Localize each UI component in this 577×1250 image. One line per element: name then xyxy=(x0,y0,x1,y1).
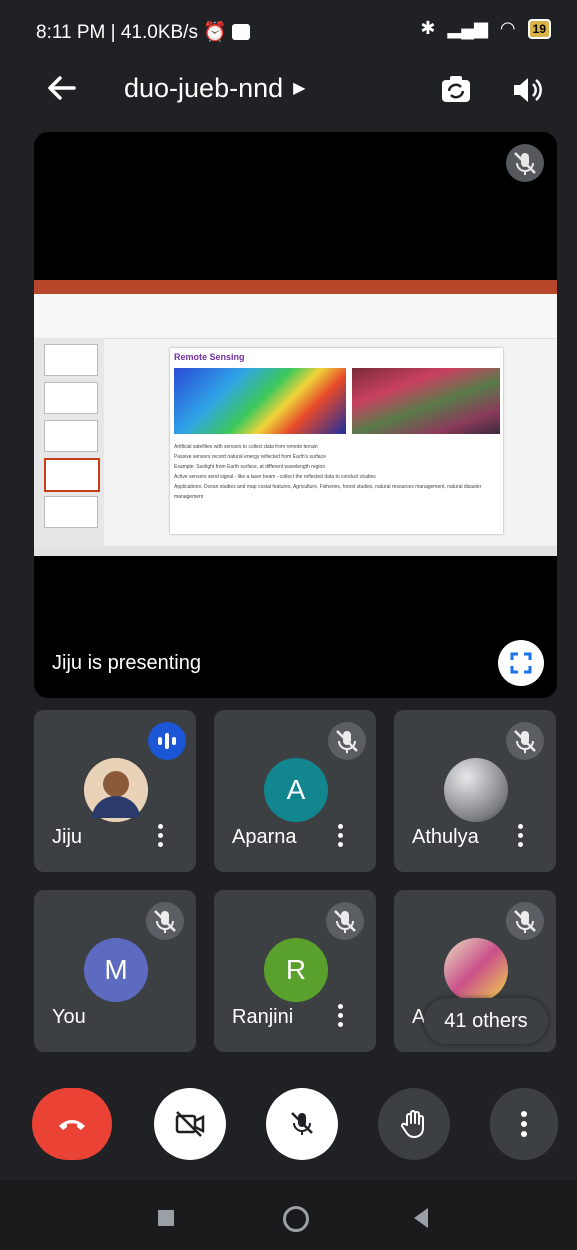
participant-tile[interactable]: Athulya xyxy=(394,710,556,872)
alarm-icon: ⏰ xyxy=(203,22,227,43)
avatar: A xyxy=(264,758,328,822)
slide: Remote Sensing Artificial satellites wit… xyxy=(170,348,503,534)
ppt-status-bar xyxy=(34,546,557,556)
participant-name: Ranjini xyxy=(232,1006,294,1028)
ppt-thumbnails xyxy=(34,338,104,546)
raise-hand-button[interactable] xyxy=(378,1088,450,1160)
avatar xyxy=(444,758,508,822)
mic-off-icon xyxy=(328,722,366,760)
battery-icon: 19 xyxy=(527,18,551,39)
satellite-image xyxy=(352,368,500,434)
slide-bullet: Applications: Ocean studies and map cost… xyxy=(174,484,482,500)
back-icon[interactable] xyxy=(414,1208,428,1228)
participant-tile[interactable]: R Ranjini xyxy=(214,890,376,1052)
system-nav-bar xyxy=(0,1180,577,1250)
participant-name: Athulya xyxy=(412,826,479,848)
bluetooth-icon: ✱ xyxy=(420,18,436,38)
status-time: 8:11 PM | 41.0KB/s ⏰ xyxy=(36,20,251,44)
signal-icon: ▂▄▆ xyxy=(447,18,488,38)
slide-bullet: Example: Sunlight from Earth surface, at… xyxy=(174,464,326,470)
participant-name: Jiju xyxy=(52,826,83,848)
mic-off-icon xyxy=(506,722,544,760)
mic-off-icon xyxy=(506,144,544,182)
end-call-button[interactable] xyxy=(32,1088,112,1160)
switch-camera-icon[interactable] xyxy=(436,70,476,110)
presentation-view[interactable]: Remote Sensing Artificial satellites wit… xyxy=(34,132,557,698)
avatar xyxy=(84,758,148,822)
fullscreen-icon[interactable] xyxy=(498,640,544,686)
ppt-ribbon xyxy=(34,294,557,339)
ppt-title-bar xyxy=(34,280,557,294)
participant-name: Aparna xyxy=(232,826,297,848)
slide-bullet: Active sensors send signal - like a lase… xyxy=(174,474,376,480)
mic-off-icon xyxy=(326,902,364,940)
terrain-image xyxy=(174,368,346,434)
more-vert-icon[interactable] xyxy=(336,1002,346,1030)
avatar xyxy=(444,938,508,1002)
participant-tile[interactable]: A Aparna xyxy=(214,710,376,872)
wifi-icon: ◠ xyxy=(499,18,516,38)
speaking-indicator-icon xyxy=(148,722,186,760)
mic-off-button[interactable] xyxy=(266,1088,338,1160)
recents-icon[interactable] xyxy=(158,1210,174,1226)
others-button[interactable]: 41 others xyxy=(424,998,548,1044)
slide-bullet: Passive sensors record natural energy re… xyxy=(174,454,326,460)
shared-screen: Remote Sensing Artificial satellites wit… xyxy=(34,280,557,556)
slide-bullet: Artificial satellites with sensors to co… xyxy=(174,444,318,450)
avatar: R xyxy=(264,938,328,1002)
meeting-title[interactable]: duo-jueb-nnd ▶ xyxy=(124,73,305,104)
speaker-icon[interactable] xyxy=(508,70,548,110)
slide-title: Remote Sensing xyxy=(174,352,245,362)
presenting-label: Jiju is presenting xyxy=(52,652,201,674)
more-vert-icon xyxy=(521,1111,527,1137)
more-vert-icon[interactable] xyxy=(156,822,166,850)
more-options-button[interactable] xyxy=(490,1088,558,1160)
mic-off-icon xyxy=(506,902,544,940)
slide-bullets: Artificial satellites with sensors to co… xyxy=(174,442,498,502)
avatar: M xyxy=(84,938,148,1002)
more-vert-icon[interactable] xyxy=(336,822,346,850)
back-arrow-icon[interactable] xyxy=(44,70,80,106)
participant-tile[interactable]: M You xyxy=(34,890,196,1052)
participant-tile[interactable]: Jiju xyxy=(34,710,196,872)
notification-icon xyxy=(232,24,251,40)
camera-off-button[interactable] xyxy=(154,1088,226,1160)
status-bar: 8:11 PM | 41.0KB/s ⏰ ✱ ▂▄▆ ◠ 19 xyxy=(0,0,577,62)
mic-off-icon xyxy=(146,902,184,940)
chevron-right-icon: ▶ xyxy=(293,80,306,97)
more-vert-icon[interactable] xyxy=(516,822,526,850)
status-icons: ✱ ▂▄▆ ◠ 19 xyxy=(420,18,551,39)
participant-name: You xyxy=(52,1006,86,1028)
home-icon[interactable] xyxy=(283,1206,309,1232)
